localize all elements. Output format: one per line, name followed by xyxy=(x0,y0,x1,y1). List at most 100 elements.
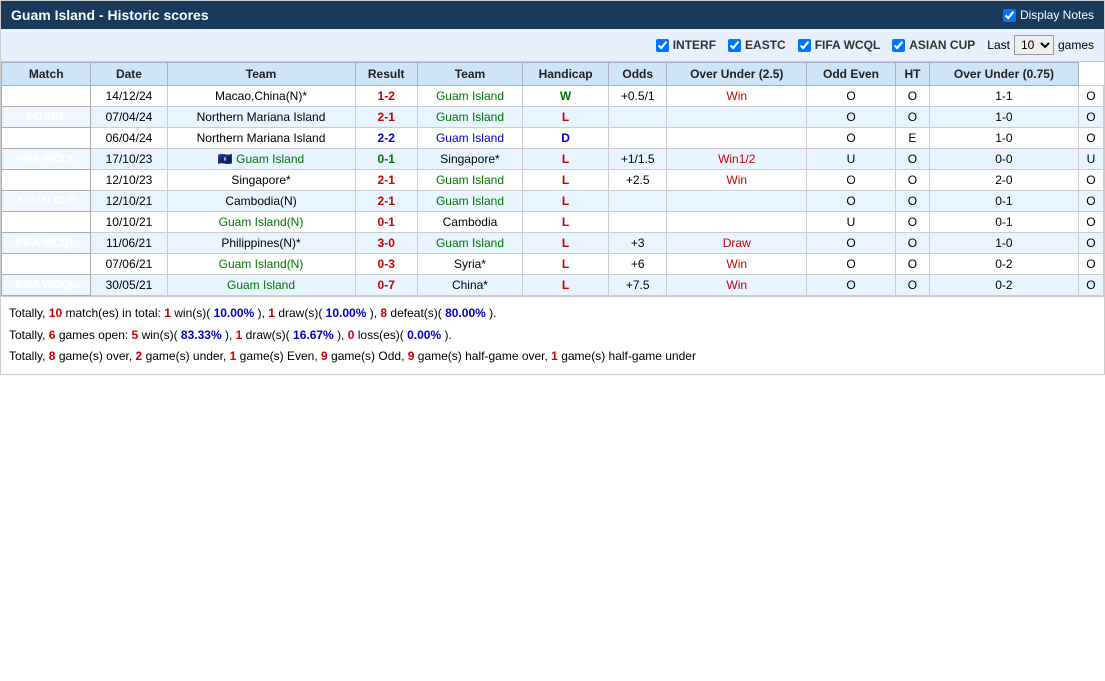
team-away: Guam Island xyxy=(417,170,522,191)
footer-l1-total: 10 xyxy=(49,306,62,320)
footer-l3-odd: 9 xyxy=(321,349,328,363)
footer-l2-mid1: games open: xyxy=(59,328,132,342)
table-row: EASTC14/12/24Macao,China(N)*1-2Guam Isla… xyxy=(2,86,1104,107)
match-type-badge: FIFA WCQL xyxy=(2,254,91,275)
team-home: 🇬🇺 Guam Island xyxy=(167,149,355,170)
match-date: 14/12/24 xyxy=(91,86,167,107)
filter-eastc-checkbox[interactable] xyxy=(728,39,741,52)
odd-even: O xyxy=(895,275,929,296)
col-odds: Odds xyxy=(609,63,667,86)
handicap xyxy=(609,191,667,212)
match-result: 0-7 xyxy=(355,275,417,296)
match-result: 2-1 xyxy=(355,191,417,212)
over-under-075: O xyxy=(1078,275,1103,296)
filter-interf-label: INTERF xyxy=(673,38,716,52)
footer-line2: Totally, 6 games open: 5 win(s)( 83.33% … xyxy=(9,325,1096,347)
footer-l1-draws: 1 xyxy=(268,306,275,320)
col-over-under-075: Over Under (0.75) xyxy=(930,63,1079,86)
table-row: FIFA WCQL11/06/21Philippines(N)*3-0Guam … xyxy=(2,233,1104,254)
team-away: China* xyxy=(417,275,522,296)
team-home: Singapore* xyxy=(167,170,355,191)
match-date: 07/04/24 xyxy=(91,107,167,128)
footer-l1-mid3: ), xyxy=(258,306,269,320)
filter-asian-cup-checkbox[interactable] xyxy=(892,39,905,52)
over-under-25: O xyxy=(807,233,896,254)
filter-fifa-wcql: FIFA WCQL xyxy=(798,38,881,52)
footer-l1-draws-pct: 10.00% xyxy=(326,306,367,320)
odd-even: O xyxy=(895,191,929,212)
team-away: Cambodia xyxy=(417,212,522,233)
table-row: ASIAN CUP10/10/21Guam Island(N)0-1Cambod… xyxy=(2,212,1104,233)
filter-fifa-wcql-checkbox[interactable] xyxy=(798,39,811,52)
col-date: Date xyxy=(91,63,167,86)
handicap xyxy=(609,107,667,128)
over-under-075: U xyxy=(1078,149,1103,170)
over-under-25: O xyxy=(807,170,896,191)
handicap: +1/1.5 xyxy=(609,149,667,170)
footer-l3-over: 8 xyxy=(49,349,56,363)
footer-l1-mid4: draw(s)( xyxy=(278,306,322,320)
footer-l1-defeats-pct: 80.00% xyxy=(445,306,486,320)
half-time: 0-1 xyxy=(930,191,1079,212)
display-notes-checkbox[interactable] xyxy=(1003,9,1016,22)
wl-indicator: L xyxy=(523,233,609,254)
footer-l2-mid6: loss(es)( xyxy=(358,328,404,342)
footer-line1: Totally, 10 match(es) in total: 1 win(s)… xyxy=(9,303,1096,325)
over-under-25: U xyxy=(807,212,896,233)
match-result: 2-1 xyxy=(355,170,417,191)
filter-fifa-wcql-label: FIFA WCQL xyxy=(815,38,881,52)
footer-l1-mid1: match(es) in total: xyxy=(66,306,165,320)
table-row: FIFA WCQL12/10/23Singapore*2-1Guam Islan… xyxy=(2,170,1104,191)
odd-even: O xyxy=(895,254,929,275)
odds: Win1/2 xyxy=(667,149,807,170)
table-row: ASIAN CUP12/10/21Cambodia(N)2-1Guam Isla… xyxy=(2,191,1104,212)
half-time: 2-0 xyxy=(930,170,1079,191)
last-games-select[interactable]: 10 20 30 xyxy=(1014,35,1054,55)
team-home: Northern Mariana Island xyxy=(167,107,355,128)
wl-indicator: L xyxy=(523,191,609,212)
odds: Win xyxy=(667,254,807,275)
match-type-badge: FIFA WCQL xyxy=(2,275,91,296)
half-time: 0-1 xyxy=(930,212,1079,233)
footer-l1-mid2: win(s)( xyxy=(174,306,210,320)
handicap: +2.5 xyxy=(609,170,667,191)
over-under-075: O xyxy=(1078,107,1103,128)
last-label: Last xyxy=(987,38,1010,52)
match-result: 1-2 xyxy=(355,86,417,107)
match-date: 10/10/21 xyxy=(91,212,167,233)
footer-l3-mid4: game(s) Odd, xyxy=(331,349,408,363)
col-ht: HT xyxy=(895,63,929,86)
footer-line3: Totally, 8 game(s) over, 2 game(s) under… xyxy=(9,346,1096,368)
match-type-badge: ASIAN CUP xyxy=(2,191,91,212)
display-notes-label: Display Notes xyxy=(1020,8,1094,22)
half-time: 1-1 xyxy=(930,86,1079,107)
match-date: 11/06/21 xyxy=(91,233,167,254)
team-away: Guam Island xyxy=(417,233,522,254)
over-under-075: O xyxy=(1078,233,1103,254)
page-header: Guam Island - Historic scores Display No… xyxy=(1,1,1104,29)
filter-asian-cup-label: ASIAN CUP xyxy=(909,38,975,52)
odd-even: O xyxy=(895,170,929,191)
wl-indicator: L xyxy=(523,149,609,170)
over-under-25: O xyxy=(807,191,896,212)
footer-l2-wins-pct: 83.33% xyxy=(181,328,222,342)
over-under-25: O xyxy=(807,254,896,275)
footer-l2-losses-pct: 0.00% xyxy=(407,328,441,342)
team-away: Guam Island xyxy=(417,128,522,149)
table-row: FIFA WCQL30/05/21Guam Island0-7China*L+7… xyxy=(2,275,1104,296)
over-under-25: O xyxy=(807,107,896,128)
odd-even: O xyxy=(895,149,929,170)
odds: Draw xyxy=(667,233,807,254)
footer-l3-mid6: game(s) half-game under xyxy=(561,349,696,363)
footer-l3-mid2: game(s) under, xyxy=(146,349,230,363)
match-date: 12/10/23 xyxy=(91,170,167,191)
scores-table: Match Date Team Result Team Handicap Odd… xyxy=(1,62,1104,296)
wl-indicator: L xyxy=(523,275,609,296)
half-time: 0-2 xyxy=(930,275,1079,296)
match-date: 07/06/21 xyxy=(91,254,167,275)
filter-interf-checkbox[interactable] xyxy=(656,39,669,52)
col-odd-even: Odd Even xyxy=(807,63,896,86)
team-home: Northern Mariana Island xyxy=(167,128,355,149)
footer-l1-wins-pct: 10.00% xyxy=(214,306,255,320)
table-row: FIFA WCQL17/10/23🇬🇺 Guam Island0-1Singap… xyxy=(2,149,1104,170)
